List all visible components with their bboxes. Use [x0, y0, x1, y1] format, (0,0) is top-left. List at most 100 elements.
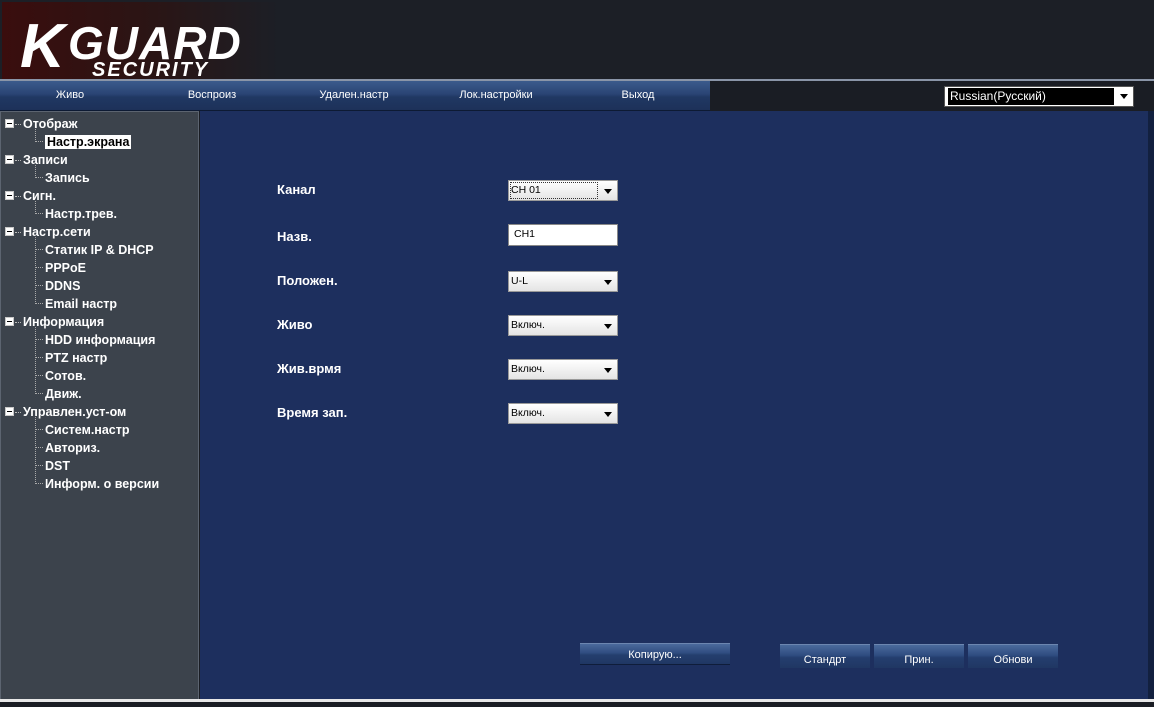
record-time-select[interactable]: Включ. — [508, 403, 618, 424]
tree-connector — [35, 357, 43, 358]
tree-category-label: Управлен.уст-ом — [23, 405, 127, 419]
tree-item-mobile[interactable]: Сотов. — [45, 367, 86, 385]
tree-item-label: Авториз. — [45, 441, 101, 455]
tree-item-label: Движ. — [45, 387, 82, 401]
chevron-down-icon[interactable] — [604, 189, 612, 194]
collapse-icon[interactable] — [5, 191, 14, 201]
tree-category-label: Информация — [23, 315, 105, 329]
live-time-select[interactable]: Включ. — [508, 359, 618, 380]
tree-connector — [35, 447, 43, 448]
tree-connector — [35, 267, 43, 268]
nav-local-settings[interactable]: Лок.настройки — [448, 81, 544, 110]
tree-item-version-info[interactable]: Информ. о версии — [45, 475, 165, 493]
tree-item-label: Запись — [45, 171, 90, 185]
position-select[interactable]: U-L — [508, 271, 618, 292]
panel-edge — [1148, 111, 1154, 699]
tree-item-label: Статик IP & DHCP — [45, 243, 154, 257]
nav-playback[interactable]: Воспроиз — [180, 81, 244, 110]
logo-k: K — [20, 12, 65, 81]
tree-item-static-ip-dhcp[interactable]: Статик IP & DHCP — [45, 241, 154, 259]
position-label: Положен. — [277, 273, 338, 288]
live-time-label: Жив.врмя — [277, 361, 342, 376]
tree-category-label: Записи — [23, 153, 68, 167]
collapse-icon[interactable] — [5, 317, 14, 327]
tree-connector — [35, 417, 36, 484]
tree-connector — [35, 375, 43, 376]
chevron-down-icon[interactable] — [604, 368, 612, 373]
tree-connector — [35, 483, 43, 484]
kguard-logo: K GUARD SECURITY — [2, 2, 280, 80]
live-select[interactable]: Включ. — [508, 315, 618, 336]
tree-connector — [35, 249, 43, 250]
bottom-strip — [0, 702, 1154, 707]
language-select[interactable]: Russian(Русский) — [944, 86, 1134, 107]
tree-item-label: PPPoE — [45, 261, 86, 275]
tree-connector — [35, 465, 43, 466]
collapse-icon[interactable] — [5, 155, 14, 165]
tree-connector — [35, 339, 43, 340]
tree-item-record[interactable]: Запись — [45, 169, 90, 187]
tree-category-network[interactable]: Настр.сети — [5, 223, 91, 241]
tree-item-alarm-settings[interactable]: Настр.трев. — [45, 205, 117, 223]
chevron-down-icon[interactable] — [604, 280, 612, 285]
live-value: Включ. — [511, 319, 545, 331]
collapse-icon[interactable] — [5, 407, 14, 417]
tree-item-hdd-info[interactable]: HDD информация — [45, 331, 155, 349]
tree-connector — [35, 327, 36, 394]
tree-item-pppoe[interactable]: PPPoE — [45, 259, 86, 277]
channel-label: Канал — [277, 182, 316, 197]
channel-value: CH 01 — [511, 184, 541, 196]
tree-item-label: Сотов. — [45, 369, 87, 383]
nav-exit[interactable]: Выход — [610, 81, 666, 110]
tree-category-records[interactable]: Записи — [5, 151, 68, 169]
header: K GUARD SECURITY — [0, 0, 1154, 80]
tree-item-label: DST — [45, 459, 70, 473]
tree-category-display[interactable]: Отображ — [5, 115, 78, 133]
logo-security: SECURITY — [92, 59, 210, 81]
default-button[interactable]: Стандрт — [780, 644, 870, 668]
chevron-down-icon[interactable] — [604, 324, 612, 329]
tree-item-label: Настр.экрана — [45, 135, 132, 149]
tree-item-label: Систем.настр — [45, 423, 130, 437]
tree-item-label: Email настр — [45, 297, 118, 311]
apply-button[interactable]: Прин. — [874, 644, 964, 668]
tree-item-ptz-settings[interactable]: PTZ настр — [45, 349, 107, 367]
channel-name-input[interactable]: CH1 — [508, 224, 618, 246]
chevron-down-icon[interactable] — [1115, 87, 1133, 106]
nav-live[interactable]: Живо — [40, 81, 100, 110]
tree-connector — [35, 237, 36, 304]
tree-category-label: Настр.сети — [23, 225, 91, 239]
tree-item-email-settings[interactable]: Email настр — [45, 295, 117, 313]
tree-connector — [35, 213, 43, 214]
tree-category-alarm[interactable]: Сигн. — [5, 187, 56, 205]
refresh-button[interactable]: Обнови — [968, 644, 1058, 668]
tree-item-motion[interactable]: Движ. — [45, 385, 82, 403]
tree-item-screen-settings[interactable]: Настр.экрана — [45, 133, 132, 151]
tree-item-label: Информ. о версии — [45, 477, 160, 491]
settings-tree: Отображ Настр.экрана Записи Запись Сигн.… — [0, 111, 199, 699]
tree-connector — [35, 429, 43, 430]
tree-item-label: Настр.трев. — [45, 207, 118, 221]
tree-connector — [35, 141, 43, 142]
collapse-icon[interactable] — [5, 227, 14, 237]
tree-item-system-settings[interactable]: Систем.настр — [45, 421, 130, 439]
nav-remote-settings[interactable]: Удален.настр — [308, 81, 400, 110]
language-value: Russian(Русский) — [948, 88, 1114, 105]
name-label: Назв. — [277, 229, 312, 244]
tree-category-device-management[interactable]: Управлен.уст-ом — [5, 403, 126, 421]
tree-category-label: Отображ — [23, 117, 78, 131]
chevron-down-icon[interactable] — [604, 412, 612, 417]
record-time-label: Время зап. — [277, 405, 348, 420]
copy-button[interactable]: Копирую... — [580, 643, 730, 665]
tree-item-label: DDNS — [45, 279, 81, 293]
tree-item-label: PTZ настр — [45, 351, 108, 365]
tree-connector — [35, 303, 43, 304]
tree-item-dst[interactable]: DST — [45, 457, 70, 475]
tree-item-label: HDD информация — [45, 333, 156, 347]
tree-category-info[interactable]: Информация — [5, 313, 104, 331]
tree-item-authorization[interactable]: Авториз. — [45, 439, 100, 457]
live-time-value: Включ. — [511, 363, 545, 375]
collapse-icon[interactable] — [5, 119, 14, 129]
tree-item-ddns[interactable]: DDNS — [45, 277, 80, 295]
channel-select[interactable]: CH 01 — [508, 180, 618, 201]
